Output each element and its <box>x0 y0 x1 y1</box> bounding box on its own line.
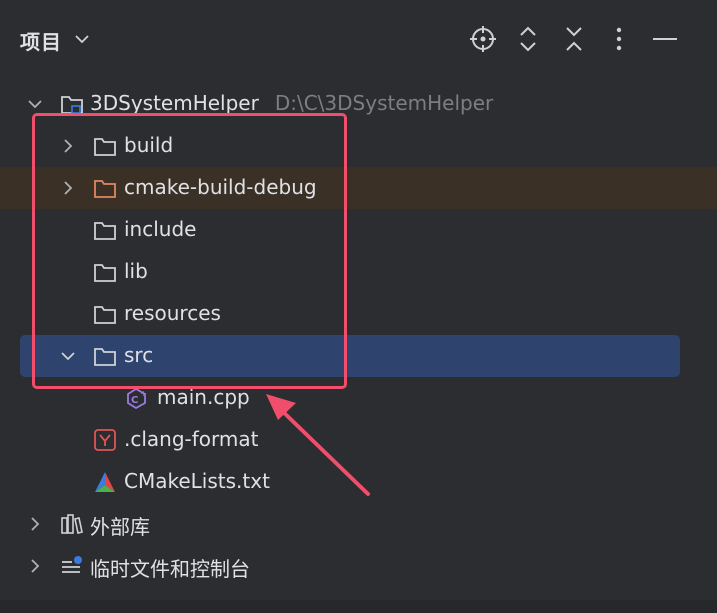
tree-item-cmakelists[interactable]: CMakeLists.txt <box>0 461 717 503</box>
chevron-right-icon[interactable] <box>60 180 76 196</box>
chevron-right-icon[interactable] <box>27 558 43 574</box>
minimize-icon[interactable] <box>651 24 679 54</box>
chevron-down-icon[interactable] <box>60 348 76 364</box>
folder-icon <box>94 348 116 366</box>
folder-icon <box>94 222 116 240</box>
chevron-down-icon[interactable] <box>73 30 91 48</box>
panel-title[interactable]: 项目 <box>20 26 62 55</box>
more-options-icon[interactable] <box>605 24 633 54</box>
tree-item-label: cmake-build-debug <box>124 175 317 199</box>
project-panel-header: 项目 <box>0 0 717 80</box>
tree-item-label: .clang-format <box>124 427 259 451</box>
yaml-file-icon <box>94 429 116 451</box>
scratches-icon <box>62 556 82 573</box>
tree-item-build[interactable]: build <box>0 125 717 167</box>
cpp-file-icon: C + <box>127 387 147 409</box>
tree-item-label: main.cpp <box>157 385 250 409</box>
tree-item-external-libraries[interactable]: 外部库 <box>0 503 717 545</box>
tree-item-label: build <box>124 133 174 157</box>
tree-item-label: include <box>124 217 197 241</box>
tree-item-resources[interactable]: resources <box>0 293 717 335</box>
root-path: D:\C\3DSystemHelper <box>274 91 494 115</box>
expand-all-icon[interactable] <box>514 24 542 54</box>
tree-item-clang-format[interactable]: .clang-format <box>0 419 717 461</box>
tree-item-label: 外部库 <box>90 515 150 539</box>
tree-item-label: resources <box>124 301 221 325</box>
tree-item-scratches-consoles[interactable]: 临时文件和控制台 <box>0 545 717 587</box>
collapse-all-icon[interactable] <box>560 24 588 54</box>
tree-item-main-cpp[interactable]: C + main.cpp <box>0 377 717 419</box>
tree-root[interactable]: 3DSystemHelper D:\C\3DSystemHelper <box>0 83 717 125</box>
svg-text:C: C <box>131 395 138 406</box>
locate-icon[interactable] <box>469 24 497 54</box>
folder-icon <box>94 306 116 324</box>
module-folder-icon <box>61 96 83 114</box>
library-icon <box>61 514 83 534</box>
tree-item-cmake-build-debug[interactable]: cmake-build-debug <box>0 167 717 209</box>
tree-item-src[interactable]: src <box>20 335 680 377</box>
chevron-right-icon[interactable] <box>60 138 76 154</box>
svg-text:+: + <box>140 389 147 398</box>
folder-icon <box>94 138 116 156</box>
chevron-down-icon[interactable] <box>27 96 43 112</box>
tree-item-label: src <box>124 343 154 367</box>
cmake-icon <box>95 472 115 492</box>
folder-icon <box>94 264 116 282</box>
chevron-right-icon[interactable] <box>27 516 43 532</box>
tree-item-label: 临时文件和控制台 <box>90 557 250 581</box>
excluded-folder-icon <box>94 180 116 198</box>
tree-item-label: lib <box>124 259 148 283</box>
tree-item-label: CMakeLists.txt <box>124 469 270 493</box>
tree-item-lib[interactable]: lib <box>0 251 717 293</box>
bottom-edge <box>0 600 717 613</box>
tree-item-include[interactable]: include <box>0 209 717 251</box>
root-name: 3DSystemHelper <box>90 91 259 115</box>
